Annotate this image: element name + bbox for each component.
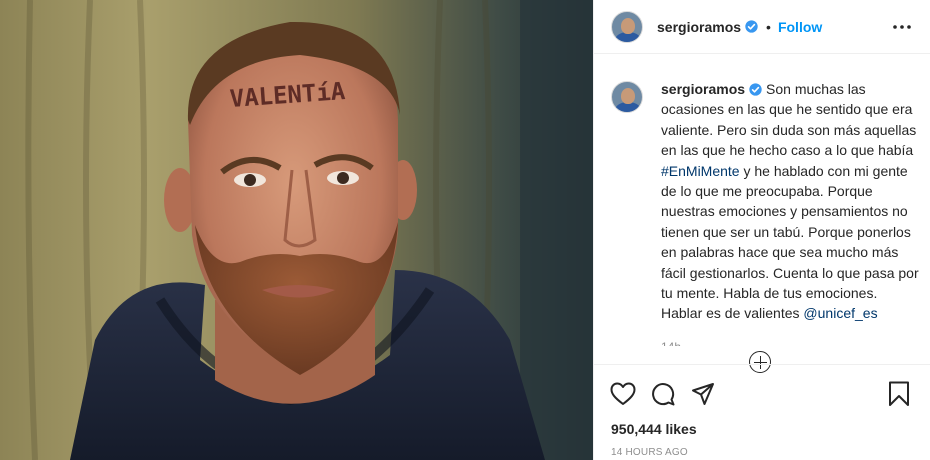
post-actions-section: 950,444 likes 14 HOURS AGO (594, 364, 930, 458)
heart-icon (610, 382, 636, 405)
follow-button[interactable]: Follow (778, 19, 822, 35)
verified-badge-icon (749, 83, 762, 96)
comment-icon (652, 383, 675, 406)
caption-avatar[interactable] (611, 81, 643, 113)
hashtag-link[interactable]: #EnMiMente (661, 163, 740, 179)
post-side-panel: sergioramos • Follow sergioramos Son much… (593, 0, 930, 460)
more-options-icon (893, 24, 911, 29)
share-button[interactable] (688, 379, 718, 409)
like-button[interactable] (608, 379, 638, 409)
post-photo-image: VALENTíA (0, 0, 593, 460)
header-username[interactable]: sergioramos (657, 19, 741, 35)
caption-section: sergioramos Son muchas las ocasiones en l… (611, 66, 920, 346)
share-icon (692, 383, 714, 405)
post-photo[interactable]: VALENTíA (0, 0, 593, 460)
save-button[interactable] (884, 379, 914, 409)
post-header: sergioramos • Follow (594, 0, 930, 54)
caption-username[interactable]: sergioramos (661, 81, 745, 97)
caption-timestamp: 14h (661, 337, 920, 346)
header-separator: • (766, 18, 771, 35)
caption-text-part2: y he hablado con mi gente de lo que me p… (661, 162, 919, 322)
caption-text: sergioramos Son muchas las ocasiones en l… (661, 66, 920, 346)
avatar[interactable] (611, 10, 643, 43)
likes-count[interactable]: 950,444 likes (594, 411, 930, 437)
bookmark-icon (889, 381, 909, 406)
more-options-button[interactable] (890, 15, 914, 39)
caption-row: sergioramos Son muchas las ocasiones en l… (611, 66, 920, 346)
mention-link[interactable]: @unicef_es (803, 305, 877, 321)
action-bar (594, 365, 930, 411)
comment-button[interactable] (648, 379, 678, 409)
post-time-ago[interactable]: 14 HOURS AGO (594, 437, 930, 458)
verified-badge-icon (745, 20, 758, 33)
